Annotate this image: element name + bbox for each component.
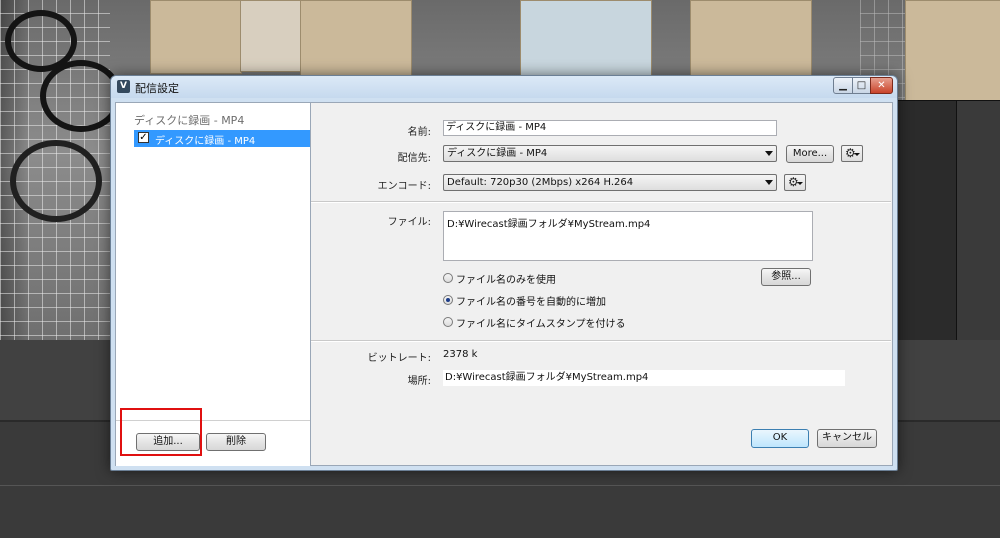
location-label: 場所:	[407, 376, 431, 387]
cardboard-box	[150, 0, 242, 74]
chevron-down-icon	[765, 180, 773, 185]
app-divider	[0, 485, 1000, 486]
settings-pane: 名前: ディスクに録画 - MP4 配信先: ディスクに録画 - MP4 Mor…	[311, 102, 893, 466]
chevron-down-icon	[797, 182, 803, 185]
radio-auto-increment[interactable]	[443, 295, 453, 305]
list-group-header: ディスクに録画 - MP4	[134, 114, 245, 127]
cardboard-box	[905, 0, 1000, 102]
minimize-button[interactable]: ▁	[833, 77, 853, 94]
destination-select-value: ディスクに録画 - MP4	[447, 148, 548, 159]
bitrate-label: ビットレート:	[367, 353, 431, 364]
encoding-select[interactable]: Default: 720p30 (2Mbps) x264 H.264	[443, 174, 777, 191]
window-title: 配信設定	[135, 82, 179, 95]
location-value: D:¥Wirecast録画フォルダ¥MyStream.mp4	[443, 370, 845, 386]
name-field[interactable]: ディスクに録画 - MP4	[443, 120, 777, 136]
cardboard-box	[300, 0, 412, 76]
destination-label: 配信先:	[397, 153, 431, 164]
radio-filename-only-label: ファイル名のみを使用	[456, 275, 556, 286]
ok-button[interactable]: OK	[751, 429, 809, 448]
radio-filename-only[interactable]	[443, 273, 453, 283]
encoding-select-value: Default: 720p30 (2Mbps) x264 H.264	[447, 177, 634, 188]
cancel-button[interactable]: キャンセル	[817, 429, 877, 448]
file-path-field[interactable]: D:¥Wirecast録画フォルダ¥MyStream.mp4	[443, 211, 813, 261]
motherboard-boxes	[956, 100, 1000, 340]
cardboard-box	[240, 0, 302, 72]
section-divider	[311, 201, 891, 203]
radio-timestamp[interactable]	[443, 317, 453, 327]
list-item-label: ディスクに録画 - MP4	[155, 136, 256, 147]
product-package	[520, 0, 652, 76]
name-label: 名前:	[407, 127, 431, 138]
cable-coil	[10, 140, 102, 222]
section-divider	[311, 340, 891, 342]
wirecast-logo-icon: V	[117, 80, 130, 93]
radio-auto-increment-label: ファイル名の番号を自動的に増加	[456, 297, 606, 308]
close-button[interactable]: ✕	[870, 77, 893, 94]
stream-settings-dialog: V 配信設定 ▁ □ ✕ ディスクに録画 - MP4 ✓ ディスクに録画 - M…	[110, 75, 898, 471]
file-label: ファイル:	[387, 217, 431, 228]
radio-timestamp-label: ファイル名にタイムスタンプを付ける	[456, 319, 626, 330]
encoding-gear-button[interactable]: ⚙	[784, 174, 806, 191]
list-item[interactable]: ✓ ディスクに録画 - MP4	[134, 130, 310, 147]
cardboard-box	[690, 0, 812, 76]
encoding-label: エンコード:	[377, 181, 431, 192]
delete-button[interactable]: 削除	[206, 433, 266, 451]
chevron-down-icon	[854, 153, 860, 156]
enable-checkbox[interactable]: ✓	[138, 132, 149, 143]
destination-select[interactable]: ディスクに録画 - MP4	[443, 145, 777, 162]
bitrate-value: 2378 k	[443, 349, 478, 360]
maximize-button[interactable]: □	[852, 77, 871, 94]
chevron-down-icon	[765, 151, 773, 156]
title-bar[interactable]: V 配信設定 ▁ □ ✕	[111, 76, 897, 98]
destination-gear-button[interactable]: ⚙	[841, 145, 863, 162]
browse-button[interactable]: 参照...	[761, 268, 811, 286]
more-button[interactable]: More...	[786, 145, 834, 163]
motherboard-boxes	[896, 100, 958, 340]
highlight-annotation	[120, 408, 202, 456]
